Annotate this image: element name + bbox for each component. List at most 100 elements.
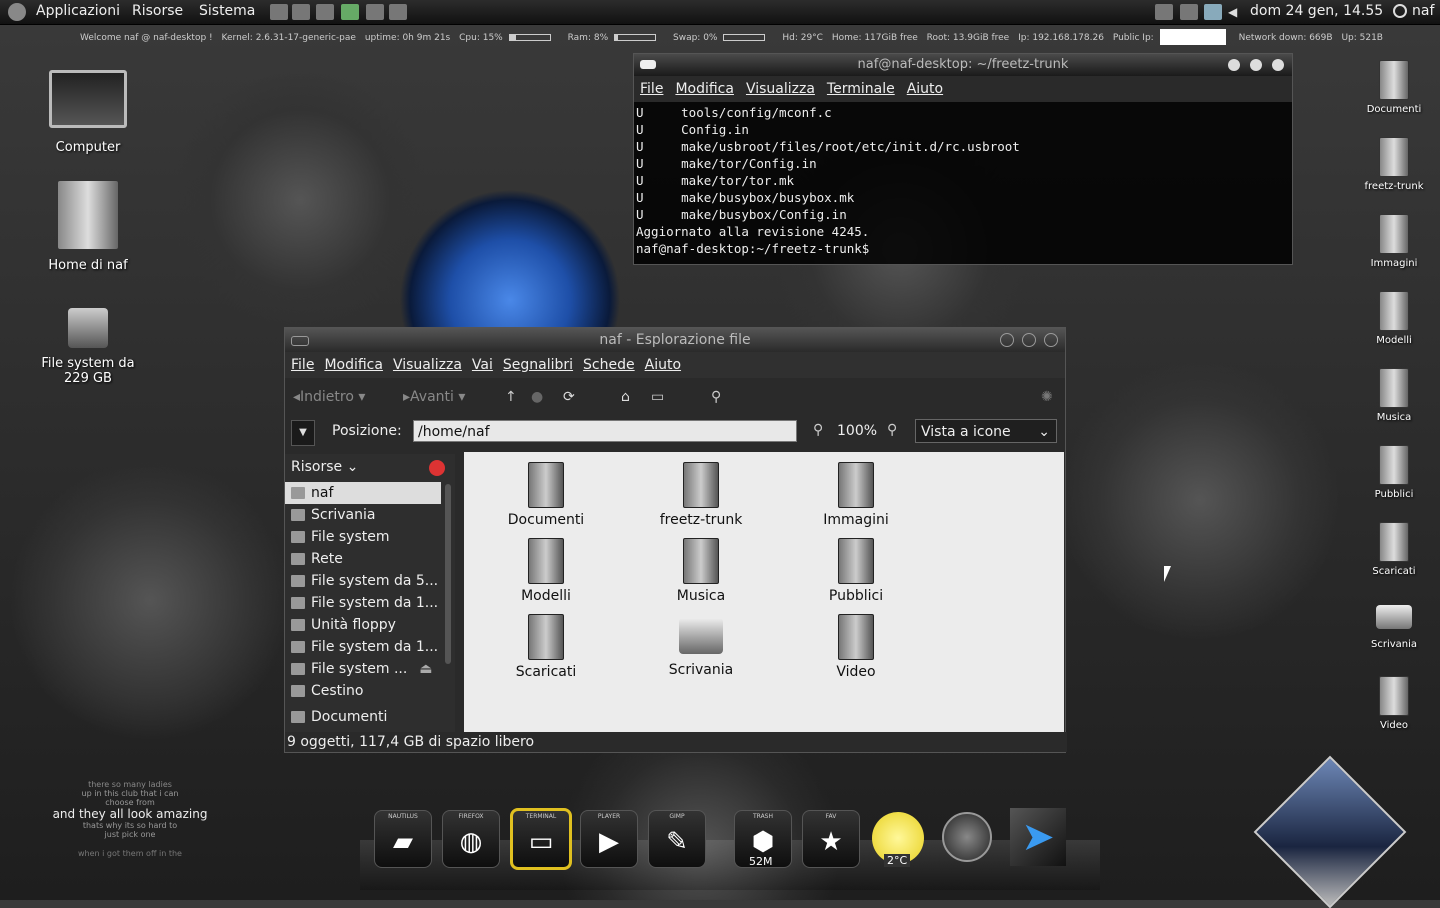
menu-modifica[interactable]: Modifica <box>324 357 383 373</box>
sidebar-item-rete[interactable]: Rete <box>285 548 455 570</box>
stop-icon[interactable]: ● <box>531 378 543 416</box>
toggle-path-button[interactable]: ▼ <box>291 420 315 446</box>
dock-item-trash[interactable]: TRASH ⬢ 52M <box>734 810 792 868</box>
dock-item-terminal[interactable]: TERMINAL ▭ <box>510 808 572 870</box>
menu-vai[interactable]: Vai <box>472 357 493 373</box>
album-art-widget[interactable] <box>1253 755 1407 908</box>
launcher-icon[interactable] <box>270 4 288 20</box>
dock-item-firefox[interactable]: FIREFOX ◍ <box>442 810 500 868</box>
desktop-folder[interactable]: Scrivania <box>1354 605 1434 650</box>
file-item[interactable]: Modelli <box>476 538 616 604</box>
file-manager-window[interactable]: naf - Esplorazione file File Modifica Visu… <box>284 327 1067 753</box>
volume-icon[interactable]: ◀ <box>1228 5 1237 19</box>
menu-schede[interactable]: Schede <box>583 357 635 373</box>
file-item[interactable]: Musica <box>631 538 771 604</box>
minimize-button[interactable] <box>1000 333 1014 347</box>
menu-file[interactable]: File <box>291 357 314 373</box>
window-menu-icon[interactable] <box>291 336 309 346</box>
sidebar-item-documenti[interactable]: Documenti <box>285 706 455 728</box>
sidebar-item-volume[interactable]: File system da 1... <box>285 592 455 614</box>
sidebar-item-cestino[interactable]: Cestino <box>285 680 455 702</box>
zoom-in-icon[interactable]: ⚲ <box>887 422 897 438</box>
launcher-icon[interactable] <box>389 4 407 20</box>
sidebar-scrollbar[interactable] <box>445 484 451 664</box>
zoom-level[interactable]: 100% <box>837 423 877 439</box>
terminal-output[interactable]: U tools/config/mconf.c U Config.in U make/… <box>634 102 1292 259</box>
desktop-folder[interactable]: Modelli <box>1354 291 1434 346</box>
sidebar-item-volume[interactable]: File system ... ⏏ <box>285 658 455 680</box>
file-item[interactable]: Video <box>786 614 926 680</box>
menu-terminale[interactable]: Terminale <box>827 81 895 97</box>
close-sidebar-icon[interactable] <box>429 460 445 476</box>
sidebar-item-volume[interactable]: File system da 1... <box>285 636 455 658</box>
user-name[interactable]: naf <box>1412 3 1434 19</box>
mail-icon[interactable] <box>1204 4 1222 20</box>
maximize-button[interactable] <box>1250 59 1262 71</box>
launcher-icon[interactable] <box>316 4 334 20</box>
close-button[interactable] <box>1272 59 1284 71</box>
dock-item-nautilus[interactable]: NAUTILUS ▰ <box>374 810 432 868</box>
desktop-folder[interactable]: Pubblici <box>1354 445 1434 500</box>
power-button-icon[interactable] <box>942 812 992 862</box>
desktop-folder[interactable]: Video <box>1354 676 1434 731</box>
desktop-folder[interactable]: Scaricati <box>1354 522 1434 577</box>
close-button[interactable] <box>1044 333 1058 347</box>
maximize-button[interactable] <box>1022 333 1036 347</box>
fm-icon-view[interactable]: Documenti freetz-trunk Immagini Modelli … <box>464 452 1064 732</box>
tray-icon[interactable] <box>1155 4 1173 20</box>
dock-item-player[interactable]: PLAYER ▶ <box>580 810 638 868</box>
launcher-icon[interactable] <box>292 4 310 20</box>
desktop-folder[interactable]: Musica <box>1354 368 1434 423</box>
search-icon[interactable]: ⚲ <box>711 378 721 416</box>
sidebar-item-naf[interactable]: naf <box>285 482 441 504</box>
desktop-folder[interactable]: Immagini <box>1354 214 1434 269</box>
desktop-folder[interactable]: freetz-trunk <box>1354 137 1434 192</box>
terminal-titlebar[interactable]: naf@naf-desktop: ~/freetz-trunk <box>634 54 1292 76</box>
sidebar-item-floppy[interactable]: Unità floppy <box>285 614 455 636</box>
file-item[interactable]: Scaricati <box>476 614 616 680</box>
ubuntu-logo-icon[interactable] <box>8 3 26 21</box>
cursor-app-icon[interactable]: ➤ <box>1010 808 1066 866</box>
menu-file[interactable]: File <box>640 81 663 97</box>
launcher-icon[interactable] <box>366 4 384 20</box>
menu-modifica[interactable]: Modifica <box>675 81 734 97</box>
file-item[interactable]: Documenti <box>476 462 616 528</box>
zoom-out-icon[interactable]: ⚲ <box>813 422 823 438</box>
desktop-folder[interactable]: Documenti <box>1354 60 1434 115</box>
back-button[interactable]: ◂Indietro ▾ <box>293 378 365 416</box>
sidebar-item-volume[interactable]: File system da 5... <box>285 570 455 592</box>
clock[interactable]: dom 24 gen, 14.55 <box>1250 3 1383 19</box>
menu-aiuto[interactable]: Aiuto <box>907 81 943 97</box>
nvidia-icon[interactable] <box>341 4 359 20</box>
sidebar-item-scrivania[interactable]: Scrivania <box>285 504 455 526</box>
menu-sistema[interactable]: Sistema <box>199 3 255 19</box>
fm-titlebar[interactable]: naf - Esplorazione file <box>285 328 1065 352</box>
view-mode-select[interactable]: Vista a icone ⌄ <box>915 419 1057 443</box>
sidebar-header[interactable]: Risorse ⌄ <box>285 454 455 482</box>
reload-icon[interactable]: ⟳ <box>563 378 575 416</box>
eject-icon[interactable]: ⏏ <box>419 661 432 677</box>
menu-segnalibri[interactable]: Segnalibri <box>503 357 573 373</box>
network-icon[interactable] <box>1180 4 1198 20</box>
file-item[interactable]: Immagini <box>786 462 926 528</box>
terminal-window[interactable]: naf@naf-desktop: ~/freetz-trunk File Modi… <box>633 53 1293 265</box>
menu-aiuto[interactable]: Aiuto <box>645 357 681 373</box>
computer-icon[interactable]: ▭ <box>651 378 664 416</box>
dock-item-fav[interactable]: FAV ★ <box>802 810 860 868</box>
desktop-icon-home[interactable]: Home di naf <box>33 180 143 273</box>
desktop-icon-filesystem[interactable]: File system da 229 GB <box>33 308 143 386</box>
menu-risorse[interactable]: Risorse <box>132 3 183 19</box>
menu-visualizza[interactable]: Visualizza <box>393 357 462 373</box>
file-item[interactable]: freetz-trunk <box>631 462 771 528</box>
dock-item-gimp[interactable]: GIMP ✎ <box>648 810 706 868</box>
forward-button[interactable]: ▸Avanti ▾ <box>403 378 465 416</box>
home-icon[interactable]: ⌂ <box>621 378 630 416</box>
minimize-button[interactable] <box>1228 59 1240 71</box>
file-item[interactable]: Pubblici <box>786 538 926 604</box>
sidebar-item-filesystem[interactable]: File system <box>285 526 455 548</box>
power-icon[interactable] <box>1393 4 1407 18</box>
menu-visualizza[interactable]: Visualizza <box>746 81 815 97</box>
file-item[interactable]: Scrivania <box>631 614 771 678</box>
menu-applicazioni[interactable]: Applicazioni <box>36 3 120 19</box>
window-menu-icon[interactable] <box>640 60 656 69</box>
